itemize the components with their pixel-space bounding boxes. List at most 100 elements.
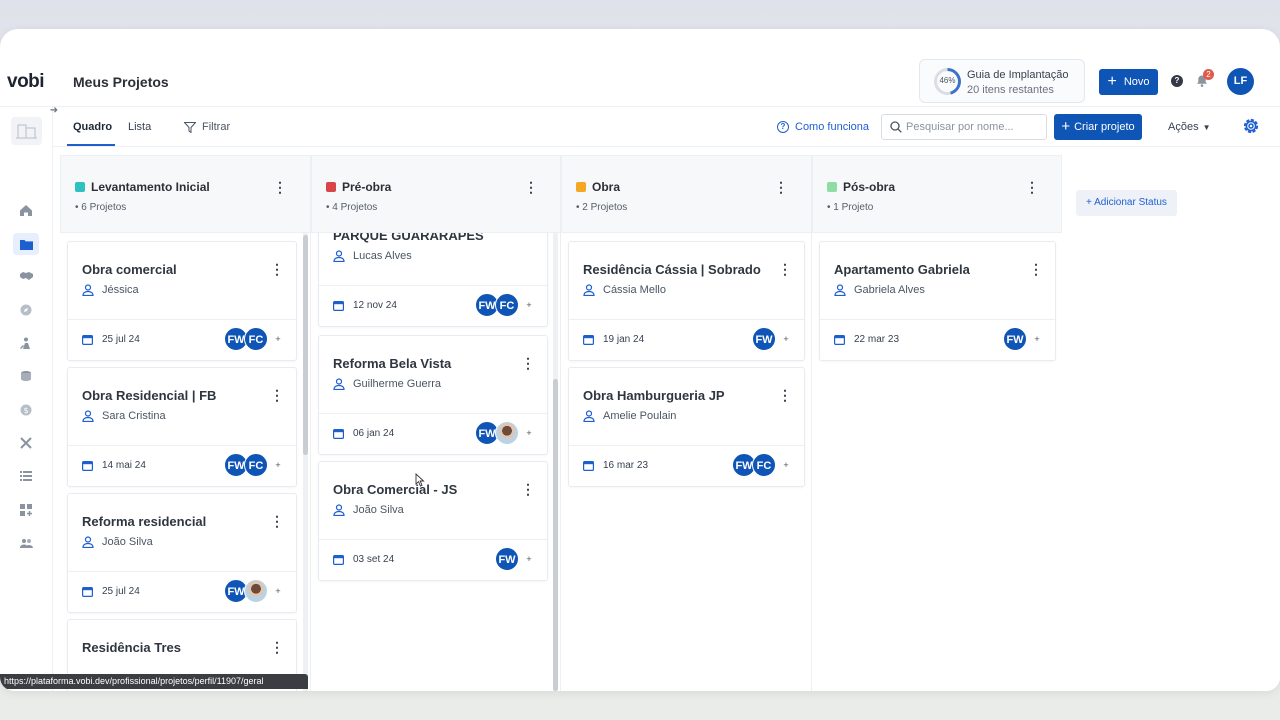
card-divider	[319, 539, 547, 540]
calendar-icon	[333, 555, 344, 565]
gear-icon[interactable]	[1241, 116, 1261, 136]
project-card[interactable]: Obra comercial ⋮ Jéssica 25 jul 24 FW FC…	[67, 241, 297, 361]
team-avatars[interactable]: FW FC +	[224, 453, 285, 477]
kanban-board: Levantamento Inicial • 6 Projetos ⋮ Pré-…	[53, 147, 1280, 691]
folder-icon[interactable]	[13, 233, 39, 255]
client-name: Cássia Mello	[603, 284, 666, 296]
link-status-bar: https://plataforma.vobi.dev/profissional…	[0, 674, 308, 689]
app-window: vobi Meus Projetos 46% Guia de Implantaç…	[0, 29, 1280, 691]
project-card[interactable]: Obra Residencial | FB ⋮ Sara Cristina 14…	[67, 367, 297, 487]
notification-badge: 2	[1203, 69, 1214, 80]
project-date: 25 jul 24	[82, 586, 140, 597]
create-project-label: Criar projeto	[1074, 121, 1135, 133]
compass-icon[interactable]	[17, 301, 35, 319]
user-avatar[interactable]: LF	[1227, 68, 1254, 95]
card-menu-icon[interactable]: ⋮	[270, 262, 284, 276]
add-member-icon[interactable]: +	[271, 579, 285, 603]
column-menu-icon[interactable]: ⋮	[1025, 180, 1039, 194]
date-text: 25 jul 24	[102, 334, 140, 345]
project-date: 19 jan 24	[583, 334, 644, 345]
plus-icon: +	[1107, 73, 1117, 90]
team-avatars[interactable]: FW FC +	[732, 453, 793, 477]
column-count: • 1 Projeto	[827, 202, 874, 213]
card-divider	[569, 319, 804, 320]
avatar: FW	[752, 327, 776, 351]
implementation-guide-widget[interactable]: 46% Guia de Implantação 20 itens restant…	[919, 59, 1085, 103]
tab-lista[interactable]: Lista	[128, 121, 151, 133]
card-menu-icon[interactable]: ⋮	[521, 356, 535, 370]
team-avatars[interactable]: FW +	[1003, 327, 1044, 351]
team-avatars[interactable]: FW FC +	[475, 293, 536, 317]
card-menu-icon[interactable]: ⋮	[1029, 262, 1043, 276]
card-menu-icon[interactable]: ⋮	[270, 640, 284, 654]
actions-dropdown[interactable]: Ações ▼	[1168, 121, 1211, 133]
question-circle-icon: ?	[777, 121, 789, 133]
view-toolbar: Quadro Lista Filtrar ? Como funciona + C…	[53, 107, 1280, 147]
add-member-icon[interactable]: +	[522, 293, 536, 317]
search-box[interactable]	[881, 114, 1047, 140]
project-card[interactable]: Apartamento Gabriela ⋮ Gabriela Alves 22…	[819, 241, 1056, 361]
project-date: 16 mar 23	[583, 460, 648, 471]
team-avatars[interactable]: FW +	[475, 421, 536, 445]
add-member-icon[interactable]: +	[271, 453, 285, 477]
status-color-dot	[576, 182, 586, 192]
project-card[interactable]: Reforma Bela Vista ⋮ Guilherme Guerra 06…	[318, 335, 548, 455]
search-input[interactable]	[906, 121, 1036, 133]
coins-icon[interactable]	[17, 367, 35, 385]
card-menu-icon[interactable]: ⋮	[521, 482, 535, 496]
user-icon	[583, 410, 595, 422]
project-card[interactable]: Obra Hamburgueria JP ⋮ Amelie Poulain 16…	[568, 367, 805, 487]
question-circle-icon[interactable]: ?	[1171, 75, 1183, 87]
filter-button[interactable]: Filtrar	[184, 121, 230, 133]
card-menu-icon[interactable]: ⋮	[778, 262, 792, 276]
project-card[interactable]: Obra Comercial - JS ⋮ João Silva 03 set …	[318, 461, 548, 581]
team-icon[interactable]	[17, 534, 35, 552]
user-icon	[82, 410, 94, 422]
project-date: 06 jan 24	[333, 428, 394, 439]
how-it-works-link[interactable]: ? Como funciona	[777, 121, 869, 133]
add-member-icon[interactable]: +	[779, 327, 793, 351]
team-avatars[interactable]: FW +	[224, 579, 285, 603]
column-menu-icon[interactable]: ⋮	[524, 180, 538, 194]
handshake-icon[interactable]	[17, 267, 35, 285]
add-member-icon[interactable]: +	[779, 453, 793, 477]
calendar-icon	[583, 461, 594, 471]
card-menu-icon[interactable]: ⋮	[270, 514, 284, 528]
card-menu-icon[interactable]: ⋮	[270, 388, 284, 402]
building-icon[interactable]	[11, 117, 42, 145]
column-menu-icon[interactable]: ⋮	[774, 180, 788, 194]
add-member-icon[interactable]: +	[522, 547, 536, 571]
add-status-button[interactable]: + Adicionar Status	[1076, 190, 1177, 216]
project-card[interactable]: PARQUE GUARARAPES ⋮ Lucas Alves 12 nov 2…	[318, 233, 548, 327]
card-menu-icon[interactable]: ⋮	[778, 388, 792, 402]
project-date: 12 nov 24	[333, 300, 397, 311]
tab-quadro[interactable]: Quadro	[73, 121, 112, 133]
column-body-posobra: Apartamento Gabriela ⋮ Gabriela Alves 22…	[811, 233, 1062, 691]
create-project-button[interactable]: + Criar projeto	[1054, 114, 1142, 140]
add-member-icon[interactable]: +	[522, 421, 536, 445]
column-header-levantamento: Levantamento Inicial • 6 Projetos ⋮	[60, 155, 311, 233]
team-avatars[interactable]: FW +	[752, 327, 793, 351]
status-color-dot	[326, 182, 336, 192]
new-button[interactable]: + Novo	[1099, 69, 1158, 95]
project-card[interactable]: Reforma residencial ⋮ João Silva 25 jul …	[67, 493, 297, 613]
home-icon[interactable]	[17, 201, 35, 219]
column-menu-icon[interactable]: ⋮	[273, 180, 287, 194]
team-avatars[interactable]: FW FC +	[224, 327, 285, 351]
add-member-icon[interactable]: +	[271, 327, 285, 351]
project-title: Residência Tres	[82, 640, 181, 655]
user-icon	[333, 504, 345, 516]
tools-icon[interactable]	[17, 434, 35, 452]
grid-add-icon[interactable]	[17, 501, 35, 519]
dollar-icon[interactable]: $	[17, 401, 35, 419]
date-text: 16 mar 23	[603, 460, 649, 471]
project-card[interactable]: Residência Cássia | Sobrado ⋮ Cássia Mel…	[568, 241, 805, 361]
client-name: Amelie Poulain	[603, 410, 677, 422]
avatar: FW	[1003, 327, 1027, 351]
team-avatars[interactable]: FW +	[495, 547, 536, 571]
add-member-icon[interactable]: +	[1030, 327, 1044, 351]
worker-icon[interactable]	[17, 334, 35, 352]
client-name: Sara Cristina	[102, 410, 166, 422]
list-icon[interactable]	[17, 467, 35, 485]
vobi-logo[interactable]: vobi	[7, 71, 45, 93]
